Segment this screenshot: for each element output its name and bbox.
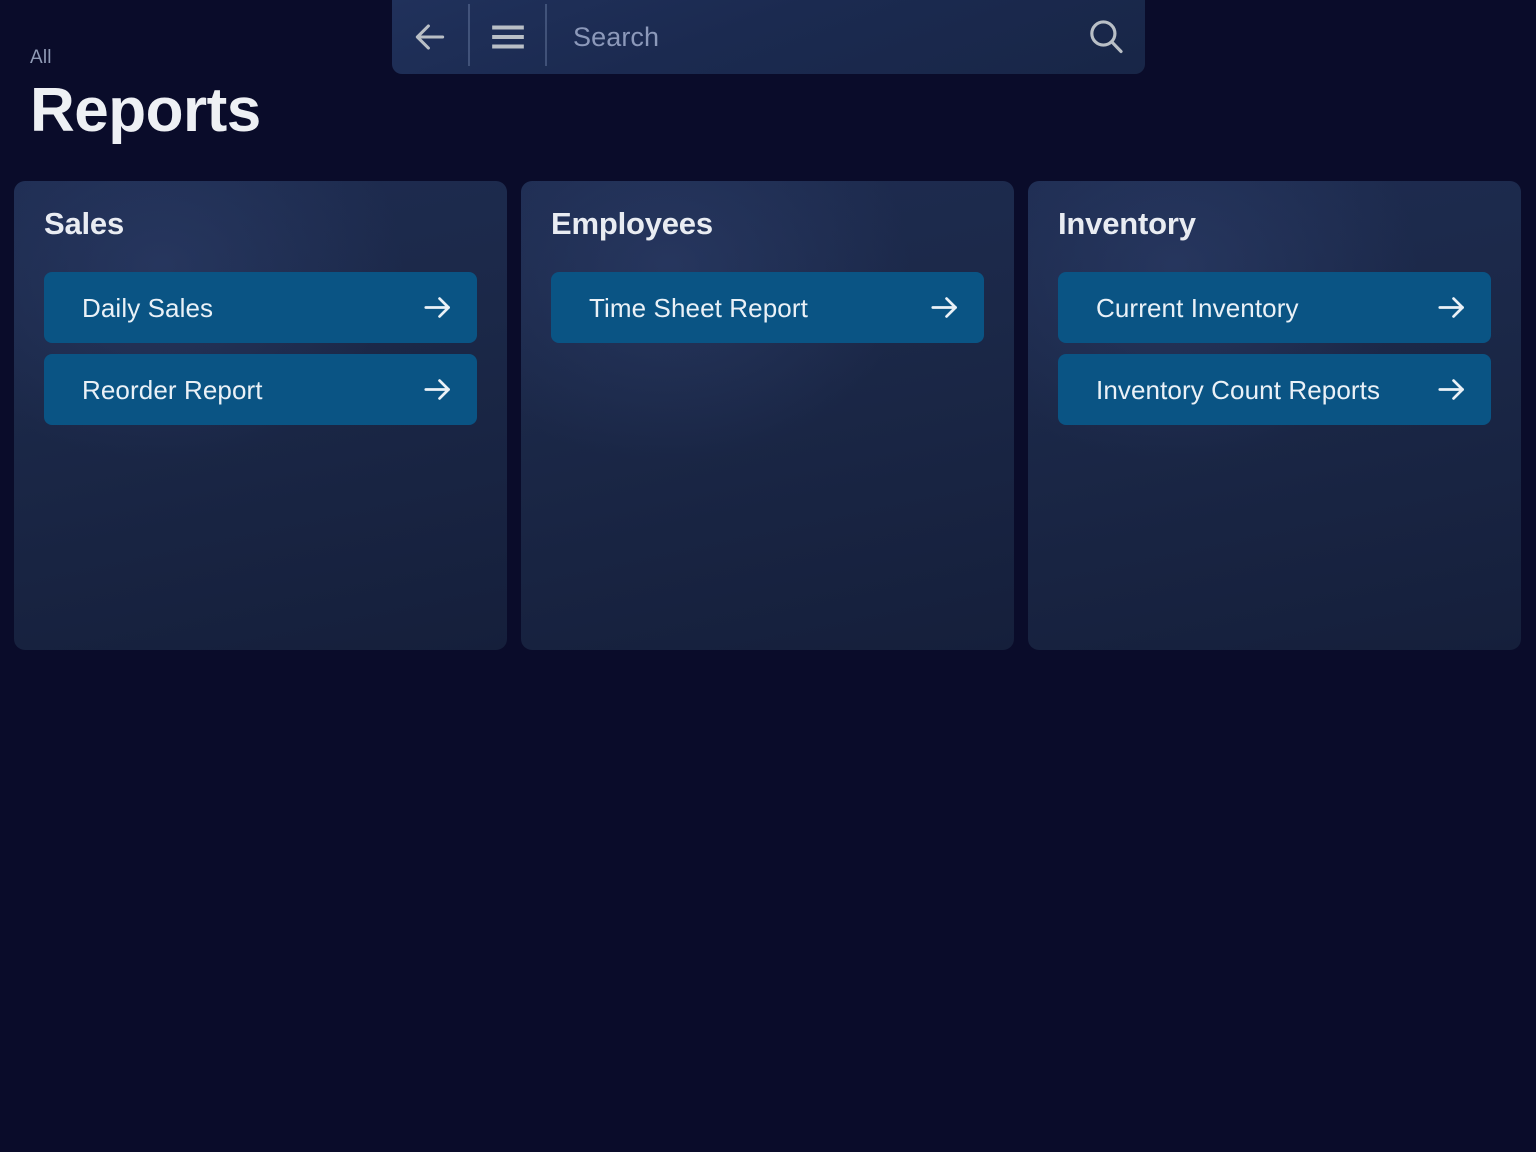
report-list: Time Sheet Report — [551, 272, 984, 343]
arrow-right-icon — [421, 291, 454, 324]
report-category-grid: Sales Daily Sales Reorder Report Employe… — [14, 181, 1522, 650]
report-label: Inventory Count Reports — [1096, 377, 1380, 403]
report-label: Current Inventory — [1096, 295, 1299, 321]
arrow-right-icon — [1435, 291, 1468, 324]
arrow-left-icon — [411, 18, 449, 56]
page-title: Reports — [30, 79, 261, 142]
arrow-right-icon — [421, 373, 454, 406]
back-button[interactable] — [392, 0, 468, 74]
breadcrumb: All — [30, 48, 261, 67]
search-placeholder: Search — [573, 22, 659, 53]
report-button[interactable]: Daily Sales — [44, 272, 477, 343]
report-category-card: Employees Time Sheet Report — [521, 181, 1014, 650]
report-button[interactable]: Inventory Count Reports — [1058, 354, 1491, 425]
report-label: Time Sheet Report — [589, 295, 808, 321]
search-icon — [1085, 16, 1127, 58]
search-input[interactable]: Search — [547, 0, 1067, 74]
report-label: Daily Sales — [82, 295, 213, 321]
report-button[interactable]: Current Inventory — [1058, 272, 1491, 343]
report-button[interactable]: Reorder Report — [44, 354, 477, 425]
search-bar: Search — [392, 0, 1145, 74]
arrow-right-icon — [1435, 373, 1468, 406]
card-title: Employees — [551, 207, 984, 241]
report-category-card: Inventory Current Inventory Inventory Co… — [1028, 181, 1521, 650]
arrow-right-icon — [928, 291, 961, 324]
card-title: Inventory — [1058, 207, 1491, 241]
menu-button[interactable] — [470, 0, 545, 74]
page-header: All Reports — [30, 48, 261, 142]
card-title: Sales — [44, 207, 477, 241]
report-list: Daily Sales Reorder Report — [44, 272, 477, 425]
report-label: Reorder Report — [82, 377, 263, 403]
hamburger-menu-icon — [489, 21, 527, 53]
report-category-card: Sales Daily Sales Reorder Report — [14, 181, 507, 650]
report-button[interactable]: Time Sheet Report — [551, 272, 984, 343]
report-list: Current Inventory Inventory Count Report… — [1058, 272, 1491, 425]
search-submit-button[interactable] — [1067, 0, 1145, 74]
